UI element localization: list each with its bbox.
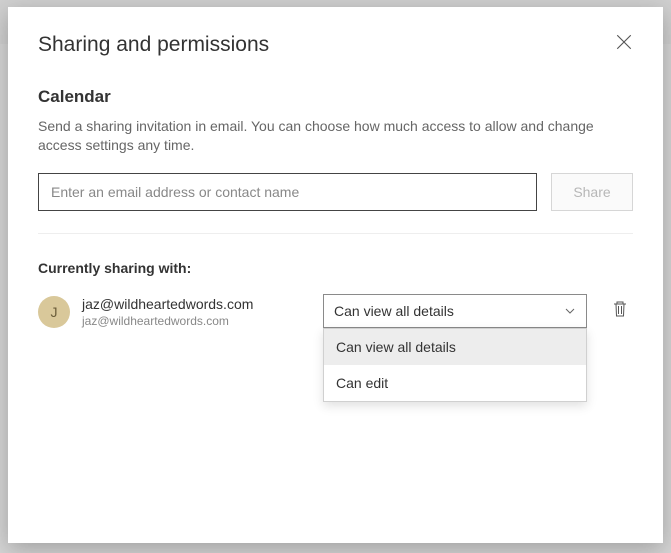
avatar: J (38, 296, 70, 328)
permission-option-view-all[interactable]: Can view all details (324, 329, 586, 365)
permission-selected: Can view all details (334, 303, 454, 319)
divider (38, 233, 633, 234)
chevron-down-icon (564, 305, 576, 317)
modal-description: Send a sharing invitation in email. You … (38, 117, 628, 155)
invite-row: Share (38, 173, 633, 211)
permission-select[interactable]: Can view all details (323, 294, 587, 328)
avatar-initial: J (51, 304, 58, 320)
close-button[interactable] (615, 33, 637, 55)
calendar-subtitle: Calendar (38, 87, 633, 107)
share-button[interactable]: Share (551, 173, 633, 211)
email-input[interactable] (38, 173, 537, 211)
permission-option-edit[interactable]: Can edit (324, 365, 586, 401)
close-icon (615, 33, 633, 51)
permission-wrap: Can view all details Can view all detail… (323, 294, 587, 328)
person-info: jaz@wildheartedwords.com jaz@wildhearted… (82, 294, 311, 328)
modal-title: Sharing and permissions (38, 33, 633, 57)
modal-overlay: Sharing and permissions Calendar Send a … (0, 0, 671, 553)
person-email: jaz@wildheartedwords.com (82, 314, 311, 328)
sharing-modal: Sharing and permissions Calendar Send a … (8, 7, 663, 543)
permission-dropdown: Can view all details Can edit (323, 328, 587, 402)
trash-icon (611, 300, 629, 318)
person-name: jaz@wildheartedwords.com (82, 296, 311, 312)
sharing-list-label: Currently sharing with: (38, 260, 633, 276)
sharing-row: J jaz@wildheartedwords.com jaz@wildheart… (38, 294, 633, 328)
remove-button[interactable] (611, 300, 633, 322)
